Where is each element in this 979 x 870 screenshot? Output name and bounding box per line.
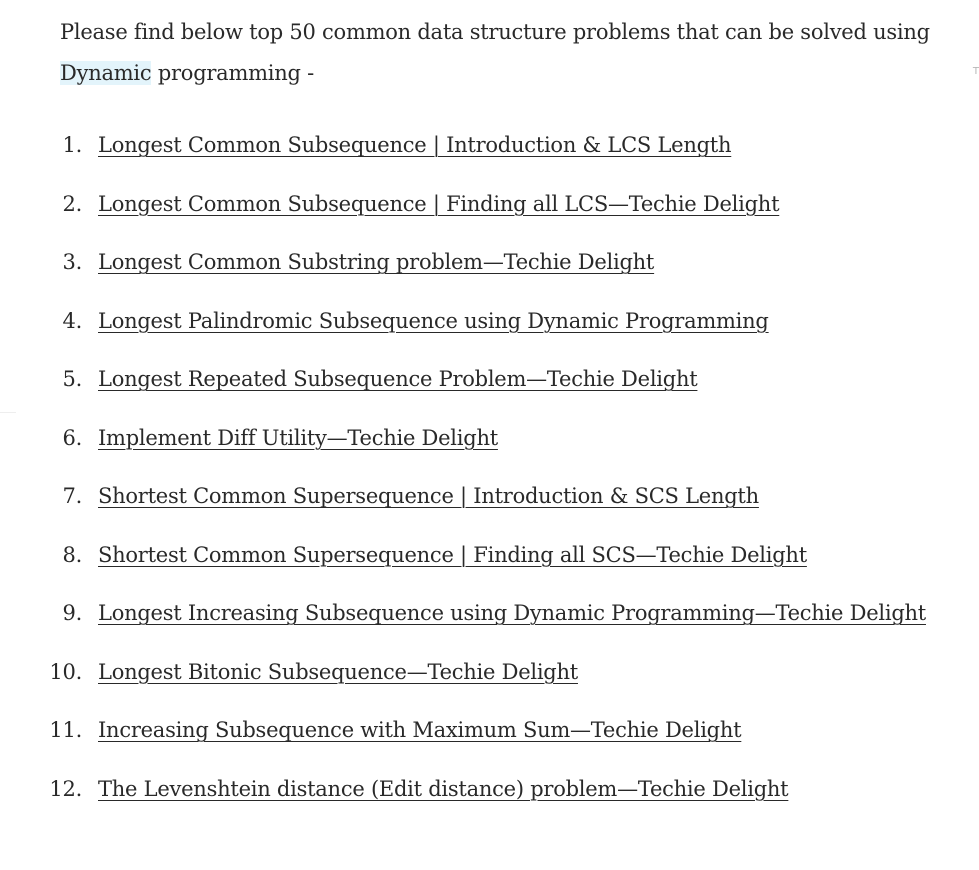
problem-link[interactable]: Longest Increasing Subsequence using Dyn…: [98, 601, 926, 625]
intro-paragraph: Please find below top 50 common data str…: [60, 12, 940, 94]
problem-link[interactable]: Longest Common Subsequence | Finding all…: [98, 192, 780, 216]
item-number: 3.: [62, 250, 82, 274]
item-number: 4.: [62, 308, 82, 333]
list-item: 6. Implement Diff Utility—Techie Delight: [60, 418, 940, 459]
problem-link[interactable]: Shortest Common Supersequence | Finding …: [98, 543, 807, 567]
item-number: 7.: [62, 484, 82, 508]
intro-text-after: programming -: [151, 61, 314, 85]
problem-link[interactable]: Longest Palindromic Subsequence using Dy…: [98, 309, 769, 333]
problem-link[interactable]: Increasing Subsequence with Maximum Sum—…: [98, 718, 742, 742]
side-marker: T: [972, 66, 979, 77]
list-item: 12. The Levenshtein distance (Edit dista…: [49, 769, 940, 810]
item-number: 1.: [62, 133, 82, 157]
list-item: 11. Increasing Subsequence with Maximum …: [49, 710, 940, 751]
problem-link[interactable]: Longest Bitonic Subsequence—Techie Delig…: [98, 660, 578, 684]
list-item: 5. Longest Repeated Subsequence Problem—…: [60, 359, 940, 400]
item-number: 9.: [62, 601, 82, 625]
list-item: 7. Shortest Common Supersequence | Intro…: [60, 476, 940, 517]
item-number: 12.: [49, 776, 82, 801]
problem-link[interactable]: Longest Common Subsequence | Introductio…: [98, 133, 732, 157]
intro-text-before: Please find below top 50 common data str…: [60, 20, 930, 44]
problem-link[interactable]: Implement Diff Utility—Techie Delight: [98, 426, 498, 450]
left-divider: [0, 412, 16, 413]
item-number: 2.: [62, 191, 82, 216]
item-number: 10.: [49, 659, 82, 684]
item-number: 11.: [49, 718, 82, 742]
item-number: 8.: [62, 542, 82, 567]
problem-link[interactable]: Shortest Common Supersequence | Introduc…: [98, 484, 759, 508]
list-item: 2. Longest Common Subsequence | Finding …: [60, 184, 940, 225]
highlighted-word[interactable]: Dynamic: [60, 61, 152, 85]
list-item: 3. Longest Common Substring problem—Tech…: [60, 242, 940, 283]
problem-link[interactable]: Longest Common Substring problem—Techie …: [98, 250, 654, 274]
item-number: 6.: [62, 425, 82, 450]
article-body: Please find below top 50 common data str…: [49, 12, 940, 827]
item-number: 5.: [62, 367, 82, 391]
list-item: 8. Shortest Common Supersequence | Findi…: [60, 535, 940, 576]
list-item: 1. Longest Common Subsequence | Introduc…: [60, 125, 940, 166]
problem-list: 1. Longest Common Subsequence | Introduc…: [49, 125, 940, 810]
problem-link[interactable]: Longest Repeated Subsequence Problem—Tec…: [98, 367, 698, 391]
list-item: 9. Longest Increasing Subsequence using …: [60, 593, 940, 634]
list-item: 10. Longest Bitonic Subsequence—Techie D…: [49, 652, 940, 693]
list-item: 4. Longest Palindromic Subsequence using…: [60, 301, 940, 342]
problem-link[interactable]: The Levenshtein distance (Edit distance)…: [98, 777, 789, 801]
